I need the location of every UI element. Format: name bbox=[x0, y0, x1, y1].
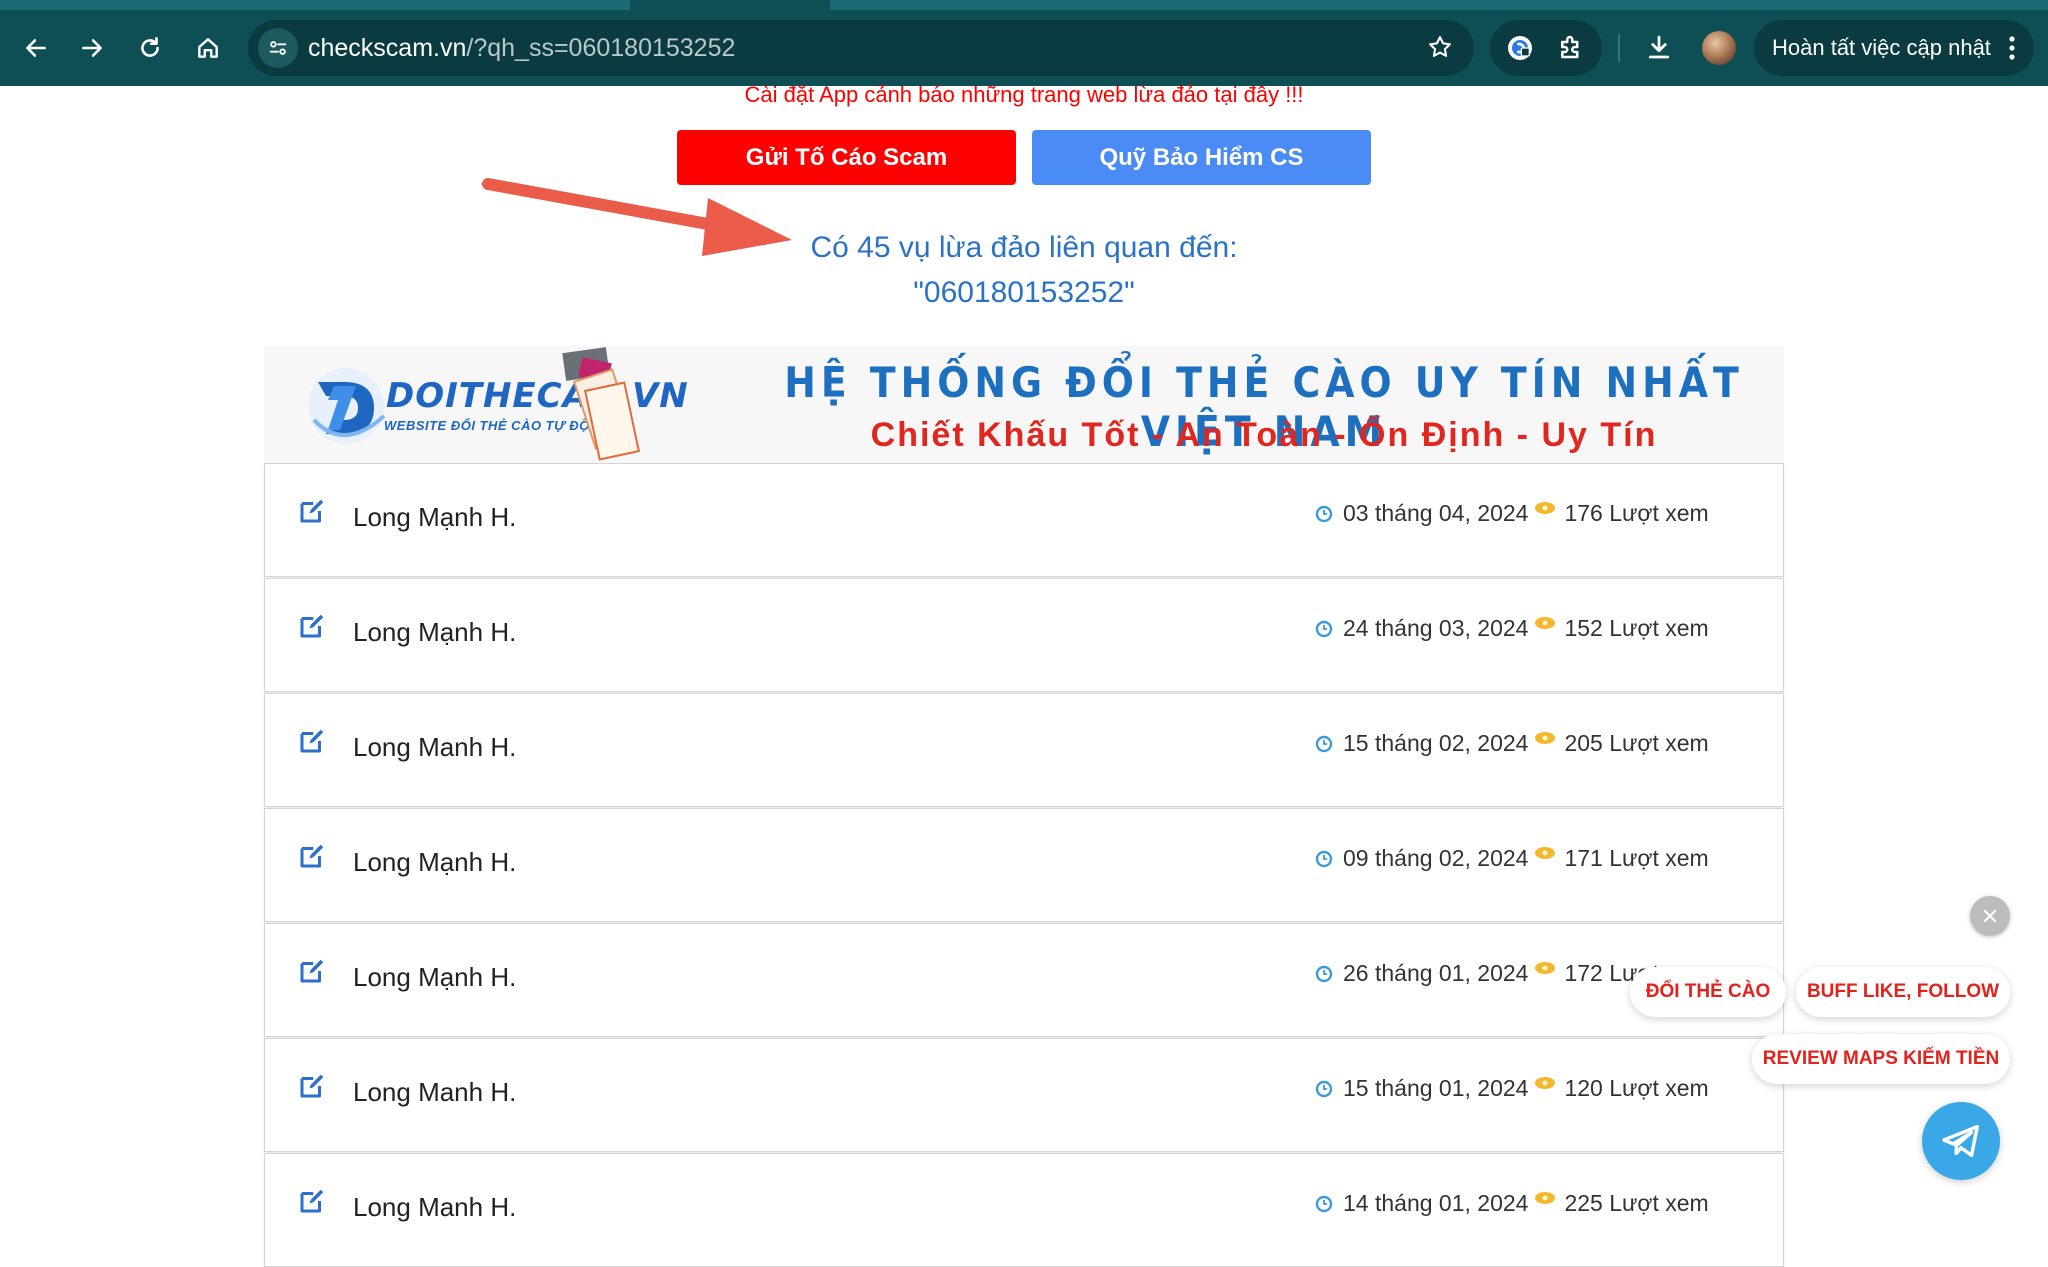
report-date: 03 tháng 04, 2024 bbox=[1343, 500, 1529, 526]
edit-icon bbox=[297, 726, 327, 761]
scam-count-text: Có 45 vụ lừa đảo liên quan đến: bbox=[810, 231, 1238, 264]
edit-icon bbox=[297, 1186, 327, 1221]
report-name[interactable]: Long Mạnh H. bbox=[353, 962, 516, 993]
report-name[interactable]: Long Manh H. bbox=[353, 732, 516, 763]
report-name[interactable]: Long Mạnh H. bbox=[353, 502, 516, 533]
url-path: /?qh_ss=060180153252 bbox=[466, 34, 736, 62]
doithecao-logo-icon bbox=[308, 368, 386, 444]
eye-icon bbox=[1535, 961, 1556, 974]
report-row[interactable]: Long Mạnh H. 03 tháng 04, 2024 176 Lượt xe… bbox=[264, 463, 1784, 577]
forward-button[interactable] bbox=[70, 26, 114, 70]
tune-icon bbox=[269, 41, 287, 55]
close-widgets-button[interactable] bbox=[1970, 896, 2010, 936]
scratch-cards-icon bbox=[562, 347, 641, 461]
report-meta: 24 tháng 03, 2024 152 Lượt xem bbox=[1315, 615, 1709, 642]
report-date: 09 tháng 02, 2024 bbox=[1343, 845, 1529, 871]
report-name[interactable]: Long Mạnh H. bbox=[353, 617, 516, 648]
clock-icon bbox=[1315, 850, 1333, 867]
back-arrow-icon bbox=[26, 39, 46, 57]
extension-shield-icon[interactable] bbox=[1504, 32, 1536, 64]
report-name[interactable]: Long Manh H. bbox=[353, 1192, 516, 1223]
report-views: 120 Lượt xem bbox=[1564, 1075, 1709, 1101]
report-views: 176 Lượt xem bbox=[1564, 500, 1709, 526]
report-meta: 26 tháng 01, 2024 172 Lượt bbox=[1315, 960, 1659, 987]
clock-icon bbox=[1315, 1195, 1333, 1212]
insurance-fund-button[interactable]: Quỹ Bảo Hiểm CS bbox=[1032, 130, 1371, 185]
back-button[interactable] bbox=[14, 26, 58, 70]
report-views: 152 Lượt xem bbox=[1564, 615, 1709, 641]
buff-like-follow-button[interactable]: BUFF LIKE, FOLLOW bbox=[1796, 967, 2010, 1017]
report-meta: 03 tháng 04, 2024 176 Lượt xem bbox=[1315, 500, 1709, 527]
report-row[interactable]: Long Mạnh H. 26 tháng 01, 2024 172 Lượt bbox=[264, 923, 1784, 1037]
clock-icon bbox=[1315, 620, 1333, 637]
browser-toolbar: checkscam.vn/?qh_ss=060180153252 Hoàn tấ… bbox=[0, 0, 2048, 86]
report-date: 14 tháng 01, 2024 bbox=[1343, 1190, 1529, 1216]
install-app-link[interactable]: Cài đặt App cảnh báo những trang web lừa… bbox=[0, 82, 2048, 108]
searched-number-text: "060180153252" bbox=[913, 276, 1135, 309]
report-date: 15 tháng 01, 2024 bbox=[1343, 1075, 1529, 1101]
report-meta: 15 tháng 01, 2024 120 Lượt xem bbox=[1315, 1075, 1709, 1102]
report-date: 24 tháng 03, 2024 bbox=[1343, 615, 1529, 641]
report-row[interactable]: Long Manh H. 14 tháng 01, 2024 225 Lượt xe… bbox=[264, 1153, 1784, 1267]
report-views: 171 Lượt xem bbox=[1564, 845, 1709, 871]
report-meta: 09 tháng 02, 2024 171 Lượt xem bbox=[1315, 845, 1709, 872]
eye-icon bbox=[1535, 731, 1556, 744]
clock-icon bbox=[1315, 505, 1333, 522]
close-icon bbox=[1983, 909, 1997, 923]
report-name[interactable]: Long Mạnh H. bbox=[353, 847, 516, 878]
url-host: checkscam.vn bbox=[308, 34, 467, 62]
download-icon[interactable] bbox=[1644, 32, 1674, 62]
home-icon bbox=[198, 38, 218, 58]
report-meta: 14 tháng 01, 2024 225 Lượt xem bbox=[1315, 1190, 1709, 1217]
eye-icon bbox=[1535, 1076, 1556, 1089]
address-bar[interactable]: checkscam.vn/?qh_ss=060180153252 bbox=[248, 20, 1474, 76]
report-list: Long Mạnh H. 03 tháng 04, 2024 176 Lượt xe… bbox=[264, 463, 1784, 1267]
report-row[interactable]: Long Mạnh H. 09 tháng 02, 2024 171 Lượt xe… bbox=[264, 808, 1784, 922]
profile-avatar[interactable] bbox=[1702, 31, 1736, 65]
tab-strip-edge bbox=[830, 0, 2048, 10]
url-text[interactable]: checkscam.vn/?qh_ss=060180153252 bbox=[308, 34, 735, 62]
telegram-plane-icon bbox=[1942, 1124, 1980, 1158]
report-row[interactable]: Long Manh H. 15 tháng 01, 2024 120 Lượt xe… bbox=[264, 1038, 1784, 1152]
report-row[interactable]: Long Mạnh H. 24 tháng 03, 2024 152 Lượt xe… bbox=[264, 578, 1784, 692]
eye-icon bbox=[1535, 501, 1556, 514]
update-label: Hoàn tất việc cập nhật bbox=[1772, 35, 1991, 60]
edit-icon bbox=[297, 841, 327, 876]
eye-icon bbox=[1535, 846, 1556, 859]
kebab-menu-icon[interactable] bbox=[2006, 34, 2018, 68]
edit-icon bbox=[297, 1071, 327, 1106]
report-views: 205 Lượt xem bbox=[1564, 730, 1709, 756]
toolbar-divider bbox=[1618, 34, 1620, 62]
report-name[interactable]: Long Manh H. bbox=[353, 1077, 516, 1108]
clock-icon bbox=[1315, 965, 1333, 982]
report-date: 26 tháng 01, 2024 bbox=[1343, 960, 1529, 986]
eye-icon bbox=[1535, 1191, 1556, 1204]
clock-icon bbox=[1315, 735, 1333, 752]
home-button[interactable] bbox=[186, 26, 230, 70]
reload-icon bbox=[141, 36, 159, 57]
report-row[interactable]: Long Manh H. 15 tháng 02, 2024 205 Lượt xe… bbox=[264, 693, 1784, 807]
report-meta: 15 tháng 02, 2024 205 Lượt xem bbox=[1315, 730, 1709, 757]
forward-arrow-icon bbox=[82, 39, 102, 57]
site-info-button[interactable] bbox=[258, 28, 298, 68]
report-date: 15 tháng 02, 2024 bbox=[1343, 730, 1529, 756]
reload-button[interactable] bbox=[128, 26, 172, 70]
edit-icon bbox=[297, 496, 327, 531]
banner-tagline: Chiết Khấu Tốt - An Toàn - Ổn Định - Uy … bbox=[870, 416, 1658, 454]
puzzle-icon[interactable] bbox=[1556, 32, 1586, 62]
extensions-group bbox=[1490, 20, 1602, 76]
doi-the-cao-button[interactable]: ĐỔI THẺ CÀO bbox=[1630, 967, 1786, 1017]
tab-strip-edge bbox=[0, 0, 630, 10]
review-maps-button[interactable]: REVIEW MAPS KIẾM TIỀN bbox=[1752, 1034, 2010, 1084]
doithecao-banner[interactable]: DOITHECAO.VN WEBSITE ĐỔI THẺ CÀO TỰ ĐỘNG… bbox=[264, 346, 1784, 464]
report-views: 225 Lượt xem bbox=[1564, 1190, 1709, 1216]
telegram-button[interactable] bbox=[1922, 1102, 2000, 1180]
bookmark-star-icon[interactable] bbox=[1426, 33, 1454, 66]
edit-icon bbox=[297, 956, 327, 991]
edit-icon bbox=[297, 611, 327, 646]
update-chrome-button[interactable]: Hoàn tất việc cập nhật bbox=[1754, 20, 2034, 76]
clock-icon bbox=[1315, 1080, 1333, 1097]
eye-icon bbox=[1535, 616, 1556, 629]
